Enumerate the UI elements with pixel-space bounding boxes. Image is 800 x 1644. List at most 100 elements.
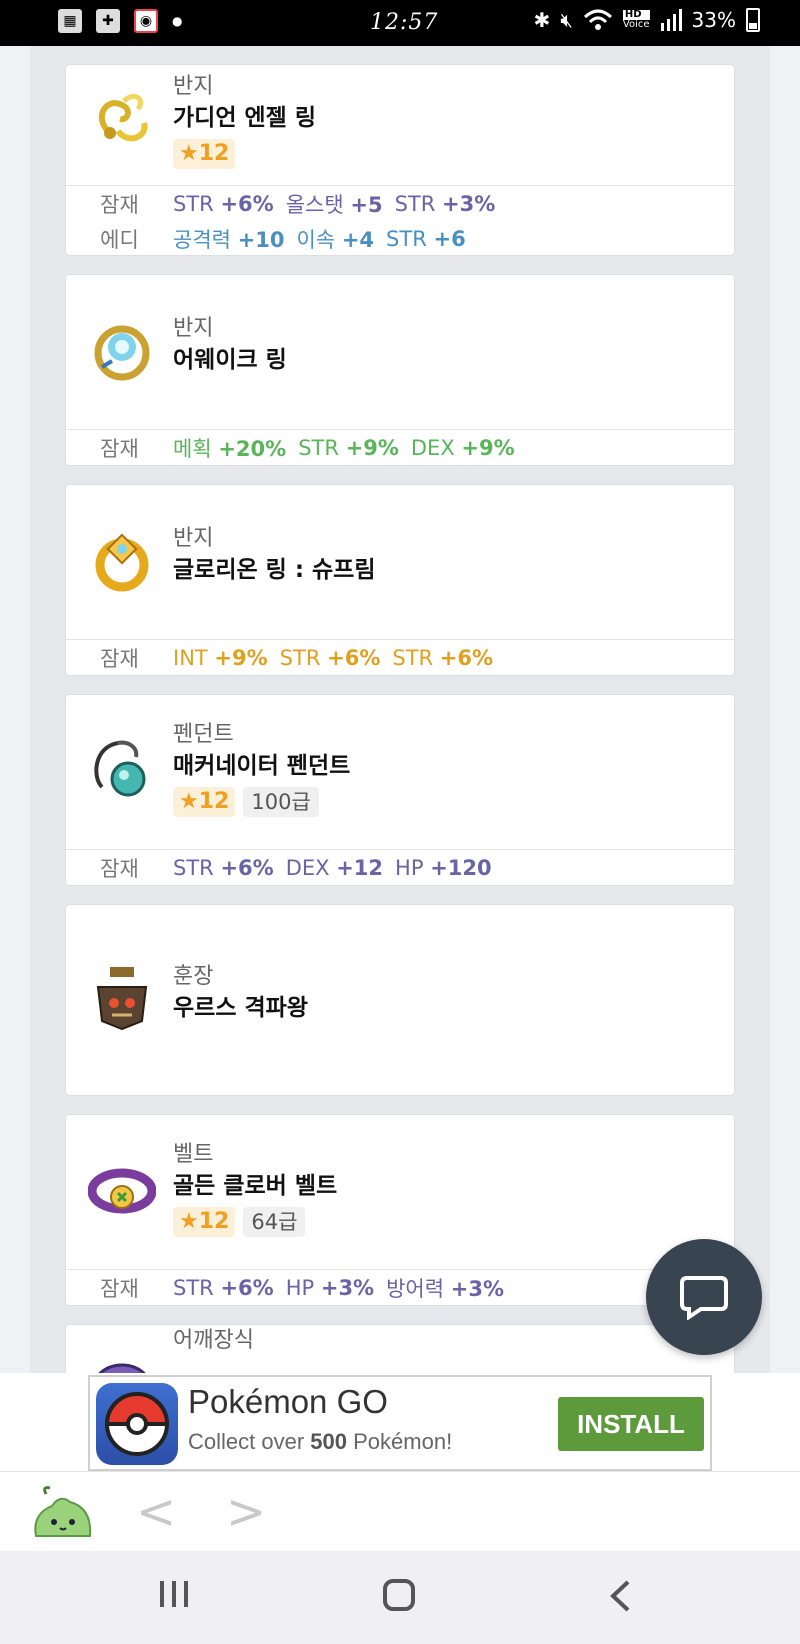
potential-row: 잠재 STR +6% HP +3% 방어력 +3% (66, 1269, 734, 1305)
stat-value: +9% (214, 645, 268, 670)
chat-bubble-icon (680, 1276, 728, 1320)
system-icons: ✱ 🔇︎ HD Voice 33% (534, 8, 760, 32)
angel-ring-icon (99, 94, 148, 142)
hd-voice-icon: HD Voice (622, 10, 650, 30)
puzzle-icon: ✚ (96, 9, 120, 33)
stat-value: +6 (433, 227, 466, 251)
item-name: 어웨이크 링 (173, 347, 287, 373)
gallery-icon: ▦ (58, 9, 82, 33)
item-card[interactable]: 펜던트 매커네이터 펜던트 ★12 100급 잠재 STR +6% DEX +1… (65, 694, 735, 886)
stat-value: +6% (220, 855, 274, 880)
voice-label: Voice (622, 19, 650, 30)
wifi-icon (583, 9, 612, 30)
notification-icons: ▦ ✚ ◉ ● (58, 9, 182, 33)
system-back-button[interactable] (608, 1579, 632, 1613)
browser-toolbar: < > (0, 1471, 800, 1551)
item-name: 우르스 격파왕 (173, 995, 308, 1021)
status-bar: ▦ ✚ ◉ ● 12:57 ✱ 🔇︎ HD Voice 33% (0, 0, 800, 46)
medal-icon (96, 967, 148, 1031)
option-stat: DEX +9% (411, 436, 515, 460)
slime-mascot-icon[interactable] (30, 1484, 96, 1542)
option-stat: INT +9% (173, 646, 268, 670)
additional-row: 에디 공격력 +10 이속 +4 STR +6 (66, 221, 734, 257)
stat-name: HP (395, 855, 424, 880)
potential-row: 잠재 메획 +20% STR +9% DEX +9% (66, 429, 734, 465)
stat-name: DEX (410, 435, 455, 460)
ad-subtitle-prefix: Collect over (188, 1429, 305, 1454)
stat-value: +9% (461, 435, 515, 460)
camera-app-icon: ◉ (134, 9, 158, 33)
bluetooth-icon: ✱ (533, 8, 551, 32)
star-force-badge: ★12 (173, 1207, 236, 1237)
home-button[interactable] (382, 1579, 416, 1611)
option-stat: STR +6% (392, 646, 493, 670)
stat-name: STR (279, 645, 321, 670)
home-icon (383, 1579, 415, 1611)
star-force-badge: ★12 (173, 787, 236, 817)
option-label: 잠재 (100, 646, 139, 671)
recents-button[interactable] (158, 1579, 190, 1609)
ad-banner[interactable]: Pokémon GO Collect over 500 Pokémon! INS… (88, 1375, 712, 1471)
item-name: 매커네이터 펜던트 (173, 753, 351, 779)
stat-value: +3% (320, 1275, 375, 1300)
item-card[interactable]: 어깨장식 (65, 1324, 735, 1373)
back-button[interactable]: < (136, 1484, 176, 1540)
option-stat: 메획 +20% (173, 433, 286, 463)
option-stat: DEX +12 (286, 856, 383, 880)
option-label: 잠재 (100, 436, 139, 461)
option-stat: STR +6 (386, 227, 466, 251)
stat-name: STR (173, 191, 214, 216)
item-category: 펜던트 (173, 722, 234, 747)
pendant-icon (94, 740, 146, 797)
glorion-ring-icon (95, 533, 149, 592)
item-card[interactable]: 벨트 골든 클로버 벨트 ★12 64급 잠재 STR +6% HP +3% 방… (65, 1114, 735, 1306)
stat-name: 이속 (296, 228, 336, 252)
ad-subtitle: Collect over 500 Pokémon! (188, 1429, 452, 1455)
belt-icon (88, 1168, 156, 1214)
stat-name: STR (392, 645, 434, 670)
item-card[interactable]: 반지 글로리온 링 : 슈프림 잠재 INT +9% STR +6% STR +… (65, 484, 735, 676)
item-card[interactable]: 반지 어웨이크 링 잠재 메획 +20% STR +9% DEX +9% (65, 274, 735, 466)
ad-banner-area: Pokémon GO Collect over 500 Pokémon! INS… (0, 1373, 800, 1471)
option-stat: STR +9% (298, 436, 399, 460)
stat-name: HP (285, 1275, 315, 1300)
equipment-list[interactable]: 반지 가디언 엔젤 링 ★12 잠재 STR +6% 올스탯 +5 STR +3… (30, 46, 770, 1373)
install-button[interactable]: INSTALL (558, 1397, 704, 1451)
option-label: 에디 (100, 228, 139, 252)
item-card[interactable]: 훈장 우르스 격파왕 (65, 904, 735, 1096)
option-stat: STR +6% (280, 646, 381, 670)
option-stat: STR +6% (173, 1276, 274, 1300)
battery-percent: 33% (691, 8, 736, 32)
option-stat: HP +3% (286, 1276, 374, 1300)
option-label: 잠재 (100, 856, 139, 881)
mute-icon: 🔇︎ (560, 8, 573, 32)
item-card[interactable]: 반지 가디언 엔젤 링 ★12 잠재 STR +6% 올스탯 +5 STR +3… (65, 64, 735, 256)
item-category: 어깨장식 (173, 1328, 254, 1353)
ad-title: Pokémon GO (188, 1383, 388, 1420)
more-dot-icon: ● (172, 14, 183, 28)
item-category: 반지 (173, 74, 214, 99)
recents-icon (160, 1581, 188, 1607)
option-stat: 이속 +4 (296, 224, 374, 254)
stat-name: STR (298, 435, 339, 460)
stat-name: STR (173, 1275, 214, 1300)
shoulder-icon (98, 1363, 146, 1373)
potential-row: 잠재 STR +6% DEX +12 HP +120 (66, 849, 734, 885)
stat-name: DEX (285, 855, 330, 880)
level-badge: 64급 (243, 1207, 306, 1237)
stat-name: STR (394, 191, 436, 216)
system-nav-bar (0, 1551, 800, 1644)
item-name: 가디언 엔젤 링 (173, 105, 316, 131)
potential-row: 잠재 STR +6% 올스탯 +5 STR +3% (66, 185, 734, 221)
stat-value: +5 (350, 192, 383, 217)
stat-value: +6% (220, 1275, 274, 1300)
option-stat: STR +6% (173, 192, 274, 216)
option-label: 잠재 (100, 192, 139, 217)
item-name: 골든 클로버 벨트 (173, 1173, 338, 1199)
stat-value: +3% (450, 1276, 504, 1301)
chat-button[interactable] (646, 1239, 762, 1355)
stat-name: 방어력 (386, 1276, 445, 1301)
item-name: 글로리온 링 : 슈프림 (173, 557, 376, 583)
stat-name: 올스탯 (285, 192, 344, 217)
forward-button[interactable]: > (226, 1484, 266, 1540)
